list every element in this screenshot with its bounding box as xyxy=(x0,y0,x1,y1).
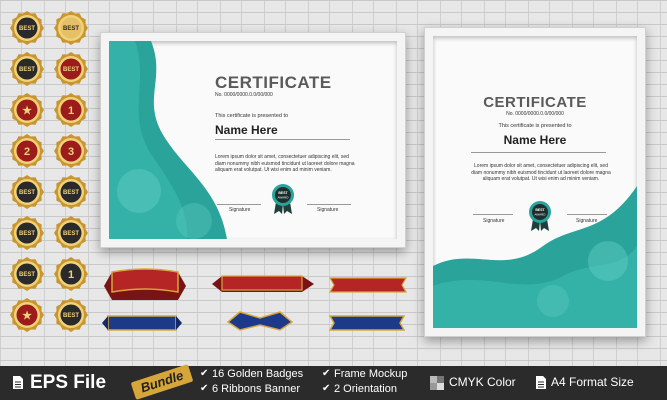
signature-line-1 xyxy=(217,204,261,205)
golden-badge-icon: 1 xyxy=(54,257,88,291)
name-underline xyxy=(215,139,350,140)
award-badge-icon: BEST AWARD xyxy=(529,201,551,231)
badge-text: BEST xyxy=(19,231,35,237)
signature-label-1: Signature xyxy=(483,218,505,224)
golden-badge-icon: BEST xyxy=(54,216,88,250)
golden-badge-icon: BEST xyxy=(54,11,88,45)
check-icon: ✔ xyxy=(322,368,331,379)
golden-badge-icon: BEST xyxy=(10,52,44,86)
file-icon xyxy=(13,376,23,389)
recipient-name: Name Here xyxy=(503,133,567,147)
svg-text:BEST: BEST xyxy=(535,208,545,212)
presented-text: This certificate is presented to xyxy=(215,113,289,119)
certificate-number: No. 0000/0000.0.0/00/000 xyxy=(506,111,564,117)
golden-badge-icon: BEST xyxy=(10,11,44,45)
badge-text: BEST xyxy=(63,190,79,196)
badge-text: BEST xyxy=(63,231,79,237)
badge-text: ★ xyxy=(22,105,32,117)
badge-text: ★ xyxy=(22,310,32,322)
golden-badge-icon: BEST xyxy=(10,216,44,250)
portrait-certificate: CERTIFICATE No. 0000/0000.0.0/00/000 Thi… xyxy=(433,36,637,328)
recipient-name: Name Here xyxy=(215,123,278,137)
features-bar: EPS File Bundle ✔ 16 Golden Badges ✔ 6 R… xyxy=(0,364,667,400)
signature-line-2 xyxy=(307,204,351,205)
feature-a4: A4 Format Size xyxy=(551,375,634,389)
badge-text: BEST xyxy=(19,26,35,32)
signature-line-2 xyxy=(567,214,607,215)
landscape-certificate-frame: CERTIFICATE No. 0000/0000.0.0/00/000 Thi… xyxy=(100,32,406,248)
document-icon xyxy=(536,376,546,389)
badge-text: 2 xyxy=(24,146,30,158)
feature-ribbons-banner: 6 Ribbons Banner xyxy=(212,383,301,395)
badge-text: BEST xyxy=(19,190,35,196)
landscape-certificate: CERTIFICATE No. 0000/0000.0.0/00/000 Thi… xyxy=(109,41,397,239)
cmyk-icon xyxy=(430,376,444,390)
golden-badge-icon: BEST xyxy=(10,175,44,209)
badge-text: BEST xyxy=(63,313,79,319)
feature-golden-badges: 16 Golden Badges xyxy=(212,368,304,380)
check-icon: ✔ xyxy=(322,383,331,394)
feature-frame-mockup: Frame Mockup xyxy=(334,368,408,380)
golden-badge-icon: ★ xyxy=(10,93,44,127)
bundle-label: Bundle xyxy=(138,367,186,396)
lorem-text: Lorem ipsum dolor sit amet, consectetuer… xyxy=(471,163,611,182)
svg-text:AWARD: AWARD xyxy=(535,213,547,217)
badge-text: 3 xyxy=(68,146,74,158)
feature-cmyk: CMYK Color xyxy=(449,375,516,389)
signature-line-1 xyxy=(473,214,513,215)
certificate-number: No. 0000/0000.0.0/00/000 xyxy=(215,92,273,98)
lorem-text: Lorem ipsum dolor sit amet, consectetuer… xyxy=(215,154,355,173)
presented-text: This certificate is presented to xyxy=(498,123,572,129)
golden-badge-icon: BEST xyxy=(54,52,88,86)
certificate-title: CERTIFICATE xyxy=(483,94,587,111)
signature-label-2: Signature xyxy=(576,218,598,224)
signature-label-1: Signature xyxy=(229,207,251,213)
golden-badge-icon: BEST xyxy=(54,298,88,332)
name-underline xyxy=(471,152,606,153)
svg-text:BEST: BEST xyxy=(278,191,288,195)
badge-text: BEST xyxy=(63,67,79,73)
check-icon: ✔ xyxy=(200,368,209,379)
bundle-tag: Bundle xyxy=(130,364,194,400)
badge-text: 1 xyxy=(68,105,74,117)
golden-badge-icon: 3 xyxy=(54,134,88,168)
check-icon: ✔ xyxy=(200,383,209,394)
certificate-title: CERTIFICATE xyxy=(215,73,332,92)
signature-label-2: Signature xyxy=(317,207,339,213)
teal-wave-decoration xyxy=(109,41,227,239)
golden-badge-icon: 1 xyxy=(54,93,88,127)
badge-text: BEST xyxy=(19,67,35,73)
feature-orientation: 2 Orientation xyxy=(334,383,397,395)
golden-badge-icon: ★ xyxy=(10,298,44,332)
badge-text: BEST xyxy=(19,272,35,278)
award-badge-icon: BEST AWARD xyxy=(272,184,294,214)
badge-text: BEST xyxy=(63,26,79,32)
badge-text: 1 xyxy=(68,269,74,281)
svg-text:AWARD: AWARD xyxy=(278,196,290,200)
golden-badge-icon: BEST xyxy=(54,175,88,209)
eps-file-label: EPS File xyxy=(30,372,107,393)
golden-badge-icon: 2 xyxy=(10,134,44,168)
portrait-certificate-frame: CERTIFICATE No. 0000/0000.0.0/00/000 Thi… xyxy=(424,27,646,337)
golden-badge-icon: BEST xyxy=(10,257,44,291)
